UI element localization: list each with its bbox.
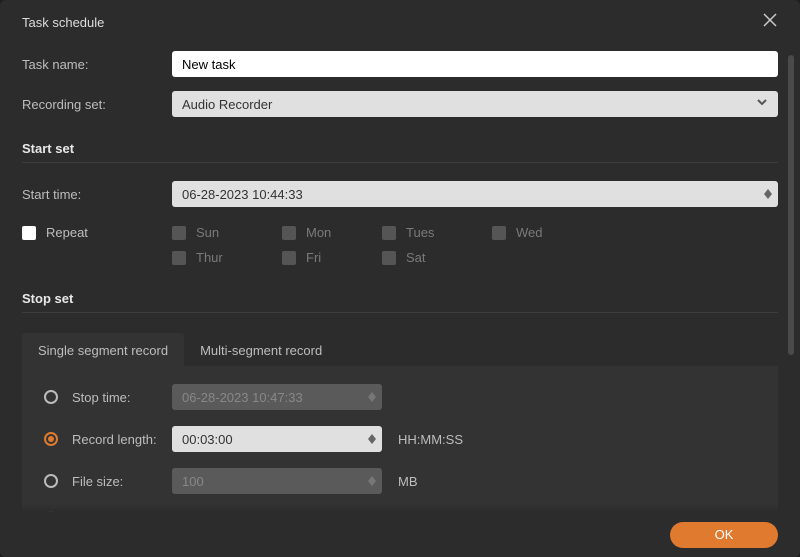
file-size-label: File size: bbox=[72, 474, 172, 489]
tab-single-segment[interactable]: Single segment record bbox=[22, 333, 184, 366]
day-wed-checkbox[interactable] bbox=[492, 226, 506, 240]
record-length-unit: HH:MM:SS bbox=[398, 432, 463, 447]
stop-set-tabs: Single segment record Multi-segment reco… bbox=[22, 333, 778, 366]
single-segment-panel: Stop time: 06-28-2023 10:47:33 Record le… bbox=[22, 366, 778, 513]
file-size-row: File size: 100 MB bbox=[44, 468, 756, 494]
close-icon bbox=[762, 12, 778, 28]
stop-time-label: Stop time: bbox=[72, 390, 172, 405]
recording-set-select[interactable]: Audio Recorder bbox=[172, 91, 778, 117]
day-tues-checkbox[interactable] bbox=[382, 226, 396, 240]
task-schedule-dialog: Task schedule Task name: Recording set: … bbox=[0, 0, 800, 557]
day-sat-checkbox[interactable] bbox=[382, 251, 396, 265]
titlebar: Task schedule bbox=[0, 0, 800, 43]
file-size-unit: MB bbox=[398, 474, 418, 489]
file-size-value: 100 bbox=[172, 468, 382, 494]
day-thur-checkbox[interactable] bbox=[172, 251, 186, 265]
start-time-value: 06-28-2023 10:44:33 bbox=[172, 181, 778, 207]
dialog-content: Task name: Recording set: Audio Recorder… bbox=[0, 43, 800, 513]
recording-set-label: Recording set: bbox=[22, 97, 172, 112]
ok-button[interactable]: OK bbox=[670, 522, 778, 548]
spinner-arrows-icon bbox=[368, 476, 376, 486]
stop-time-radio[interactable] bbox=[44, 390, 58, 404]
recording-set-row: Recording set: Audio Recorder bbox=[22, 91, 778, 117]
record-length-value: 00:03:00 bbox=[172, 426, 382, 452]
record-length-input[interactable]: 00:03:00 bbox=[172, 426, 382, 452]
day-mon-label: Mon bbox=[306, 225, 331, 240]
day-sat-label: Sat bbox=[406, 250, 426, 265]
day-sun-label: Sun bbox=[196, 225, 219, 240]
record-length-label: Record length: bbox=[72, 432, 172, 447]
spinner-arrows-icon bbox=[368, 392, 376, 402]
file-size-input[interactable]: 100 bbox=[172, 468, 382, 494]
stop-time-value: 06-28-2023 10:47:33 bbox=[172, 384, 382, 410]
days-grid: Sun Mon Tues Wed Thur Fri Sat bbox=[172, 225, 778, 265]
day-sun-checkbox[interactable] bbox=[172, 226, 186, 240]
task-name-input[interactable] bbox=[172, 51, 778, 77]
stop-set-header: Stop set bbox=[22, 291, 778, 313]
day-mon-checkbox[interactable] bbox=[282, 226, 296, 240]
task-name-row: Task name: bbox=[22, 51, 778, 77]
stop-time-input[interactable]: 06-28-2023 10:47:33 bbox=[172, 384, 382, 410]
start-time-input[interactable]: 06-28-2023 10:44:33 bbox=[172, 181, 778, 207]
day-wed-label: Wed bbox=[516, 225, 543, 240]
repeat-checkbox[interactable] bbox=[22, 226, 36, 240]
spinner-arrows-icon bbox=[368, 434, 376, 444]
recording-set-value: Audio Recorder bbox=[172, 91, 778, 117]
repeat-label: Repeat bbox=[46, 225, 88, 240]
record-length-radio[interactable] bbox=[44, 432, 58, 446]
day-thur-label: Thur bbox=[196, 250, 223, 265]
record-length-row: Record length: 00:03:00 HH:MM:SS bbox=[44, 426, 756, 452]
start-time-row: Start time: 06-28-2023 10:44:33 bbox=[22, 181, 778, 207]
scrollbar[interactable] bbox=[788, 55, 794, 355]
tab-multi-segment[interactable]: Multi-segment record bbox=[184, 333, 338, 366]
task-name-label: Task name: bbox=[22, 57, 172, 72]
day-fri-checkbox[interactable] bbox=[282, 251, 296, 265]
day-tues-label: Tues bbox=[406, 225, 434, 240]
dialog-footer: OK bbox=[0, 512, 800, 557]
day-fri-label: Fri bbox=[306, 250, 321, 265]
stop-time-row: Stop time: 06-28-2023 10:47:33 bbox=[44, 384, 756, 410]
start-set-header: Start set bbox=[22, 141, 778, 163]
dialog-title: Task schedule bbox=[22, 15, 104, 30]
spinner-arrows-icon bbox=[764, 189, 772, 199]
repeat-row: Repeat Sun Mon Tues Wed Thur Fri Sat bbox=[22, 225, 778, 265]
close-button[interactable] bbox=[762, 12, 778, 33]
file-size-radio[interactable] bbox=[44, 474, 58, 488]
start-time-label: Start time: bbox=[22, 187, 172, 202]
